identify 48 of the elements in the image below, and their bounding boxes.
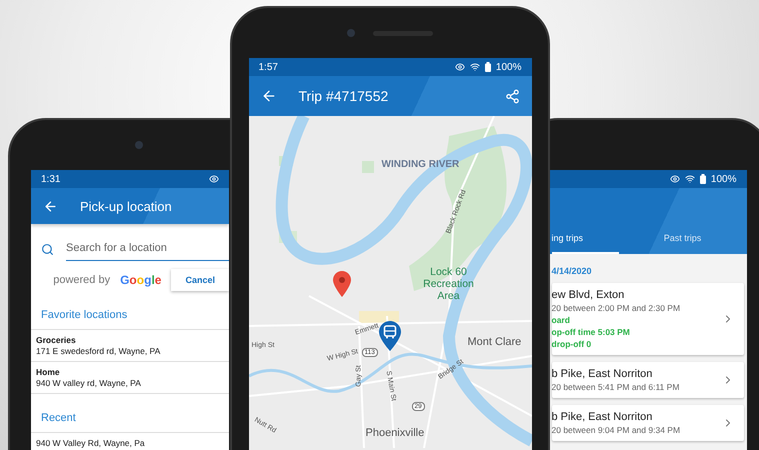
location-address[interactable]: 940 W valley rd, Wayne, PA [36, 378, 141, 388]
trip-place: b Pike, East Norriton [552, 368, 654, 380]
trip-status: oard [552, 315, 571, 325]
battery-level: 100% [710, 174, 736, 184]
location-address[interactable]: 171 E swedesford rd, Wayne, PA [36, 346, 160, 356]
status-time: 1:31 [41, 174, 60, 184]
powered-by-text: powered by [53, 274, 110, 286]
share-button[interactable] [504, 88, 520, 104]
location-name[interactable]: Groceries [36, 335, 76, 345]
camera-icon [347, 29, 355, 37]
back-button[interactable] [260, 88, 276, 104]
map-label: Lock 60 Recreation Area [422, 266, 475, 302]
battery-level: 100% [496, 62, 522, 72]
trip-card[interactable]: b Pike, East Norriton 20 between 9:04 PM and 9:34 PM [552, 405, 744, 441]
eye-icon [454, 62, 465, 72]
bus-pin-icon [378, 321, 400, 351]
search-field[interactable]: Search for a location [66, 238, 229, 261]
screen-title: Pick-up location [80, 198, 172, 214]
status-time: 1:57 [258, 62, 278, 72]
trip-status: op-off time 5:03 PM [552, 327, 631, 337]
back-button[interactable] [43, 198, 58, 214]
map-label: Mont Clare [468, 336, 522, 349]
trip-card[interactable]: ew Blvd, Exton 20 between 2:00 PM and 2:30 PM oard op-off time 5:03 PM drop-off 0 [552, 283, 744, 355]
trip-time: 20 between 2:00 PM and 2:30 PM [552, 303, 682, 313]
section-title: Favorite locations [31, 291, 229, 330]
screen-title: Trip #4717552 [298, 88, 388, 104]
wifi-icon [684, 174, 695, 184]
battery-icon [484, 62, 491, 72]
trip-time: 20 between 9:04 PM and 9:34 PM [552, 425, 682, 435]
brand-logo: Google [120, 273, 162, 287]
trip-status: drop-off 0 [552, 339, 592, 349]
map-label: Phoenixville [366, 427, 424, 440]
location-name[interactable]: Home [36, 367, 60, 377]
trip-place: b Pike, East Norriton [552, 411, 654, 423]
battery-icon [700, 174, 706, 184]
camera-icon [135, 141, 143, 149]
location-pin-icon [332, 271, 350, 297]
search-icon [41, 243, 54, 256]
eye-icon [209, 174, 219, 184]
location-address[interactable]: 940 W Valley Rd, Wayne, Pa [36, 438, 145, 448]
trip-place: ew Blvd, Exton [552, 289, 626, 301]
cancel-button[interactable]: Cancel [171, 269, 229, 291]
section-title: Recent [31, 394, 229, 433]
eye-icon [670, 174, 680, 184]
trip-card[interactable]: b Pike, East Norriton 20 between 5:41 PM and 6:11 PM [552, 362, 744, 398]
wifi-icon [470, 62, 480, 72]
trip-date: 4/14/2020 [552, 266, 593, 276]
trip-time: 20 between 5:41 PM and 6:11 PM [552, 382, 680, 392]
